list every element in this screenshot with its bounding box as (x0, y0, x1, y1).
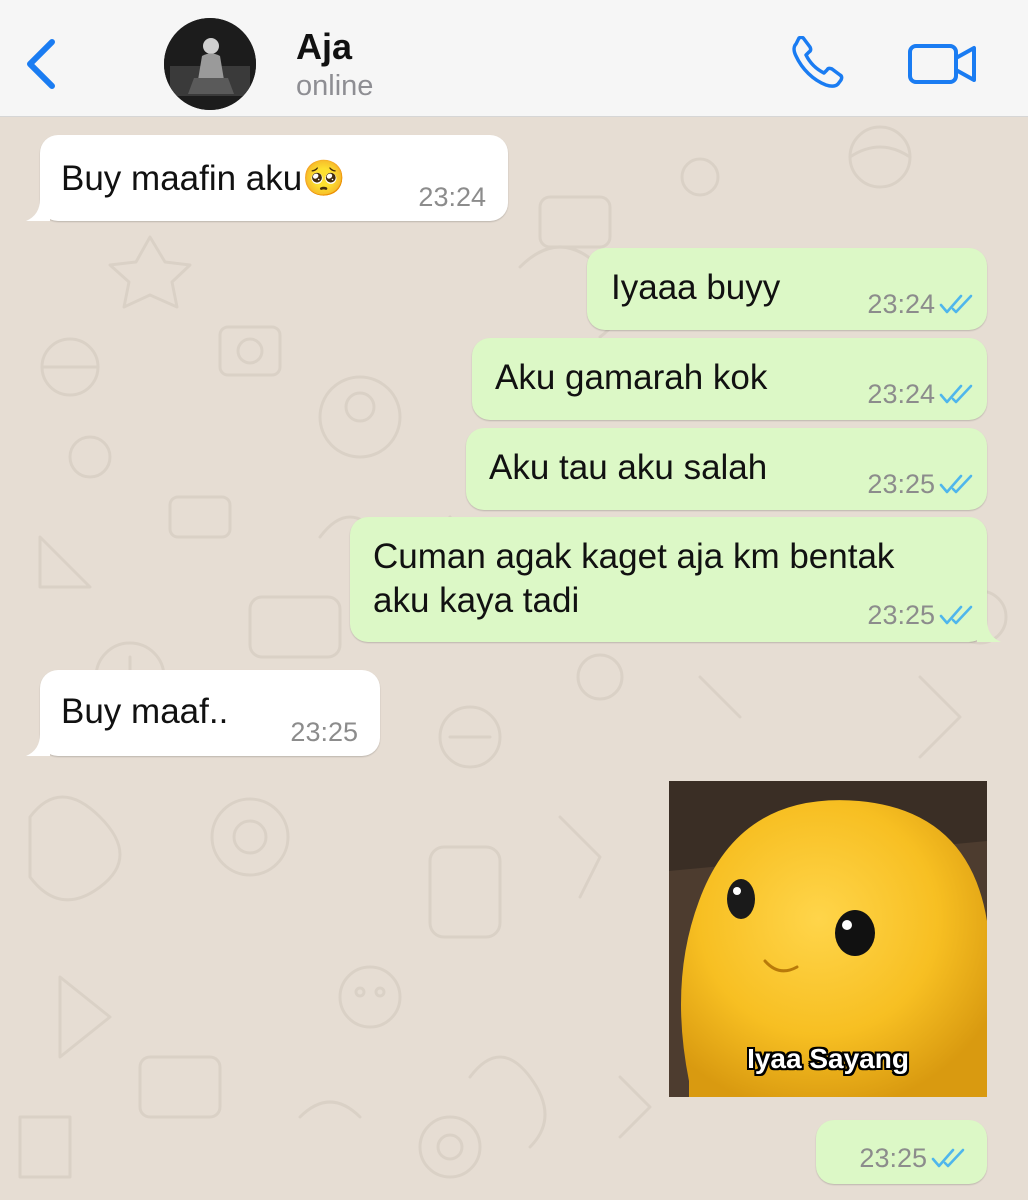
bubble-tail (26, 195, 50, 221)
pleading-face-emoji: 🥺 (302, 159, 346, 198)
message-bubble-incoming[interactable]: Buy maaf.. 23:25 (26, 670, 380, 756)
message-bubble-outgoing[interactable]: Aku tau aku salah 23:25 (466, 428, 987, 510)
message-bubble-incoming[interactable]: Buy maafin aku🥺 23:24 (26, 135, 508, 221)
read-receipt-icon (939, 474, 973, 494)
message-time: 23:25 (290, 717, 358, 747)
message-time: 23:24 (867, 379, 935, 409)
read-receipt-icon (939, 384, 973, 404)
message-text-line-1: Cuman agak kaget aja km bentak (373, 537, 895, 576)
video-call-button[interactable] (906, 36, 980, 92)
message-text: Aku gamarah kok (495, 358, 768, 397)
message-time: 23:24 (418, 182, 486, 212)
voice-call-button[interactable] (788, 35, 848, 92)
bubble-tail (26, 730, 50, 756)
sticker-message[interactable]: Iyaa Sayang (669, 781, 987, 1097)
contact-status: online (296, 70, 374, 102)
message-bubble-outgoing[interactable]: Aku gamarah kok 23:24 (472, 338, 987, 420)
chevron-left-icon (27, 39, 55, 89)
video-camera-icon (908, 44, 976, 84)
read-receipt-icon (939, 294, 973, 314)
phone-icon (792, 35, 844, 88)
contact-name[interactable]: Aja (296, 26, 352, 68)
read-receipt-icon (939, 605, 973, 625)
message-text: Iyaaa buyy (611, 268, 781, 307)
message-meta: 23:25 (867, 593, 975, 637)
message-meta: 23:24 (867, 282, 975, 326)
message-text: Buy maafin aku (61, 159, 303, 198)
message-bubble-outgoing[interactable]: 23:25 (816, 1120, 987, 1184)
chat-area[interactable]: Buy maafin aku🥺 23:24 Iyaaa buyy 23:24 A… (0, 117, 1028, 1200)
message-time: 23:24 (867, 289, 935, 319)
message-meta: 23:24 (867, 372, 975, 416)
sticker-caption: Iyaa Sayang (747, 1043, 909, 1074)
message-bubble-outgoing[interactable]: Iyaaa buyy 23:24 (587, 248, 987, 330)
avatar-photo (164, 18, 256, 110)
message-time: 23:25 (859, 1143, 927, 1173)
bubble-tail (977, 616, 1001, 642)
read-receipt-icon (931, 1148, 965, 1168)
message-text-line-2: aku kaya tadi (373, 581, 580, 620)
contact-avatar[interactable] (164, 18, 256, 110)
message-time: 23:25 (867, 600, 935, 630)
message-meta: 23:25 (859, 1136, 967, 1180)
chat-header: Aja online (0, 0, 1028, 117)
message-time: 23:25 (867, 469, 935, 499)
message-text: Buy maaf.. (61, 692, 229, 731)
message-bubble-outgoing[interactable]: Cuman agak kaget aja km bentak aku kaya … (350, 517, 1001, 642)
message-meta: 23:25 (867, 462, 975, 506)
message-text: Aku tau aku salah (489, 448, 768, 487)
back-button[interactable] (20, 36, 62, 92)
